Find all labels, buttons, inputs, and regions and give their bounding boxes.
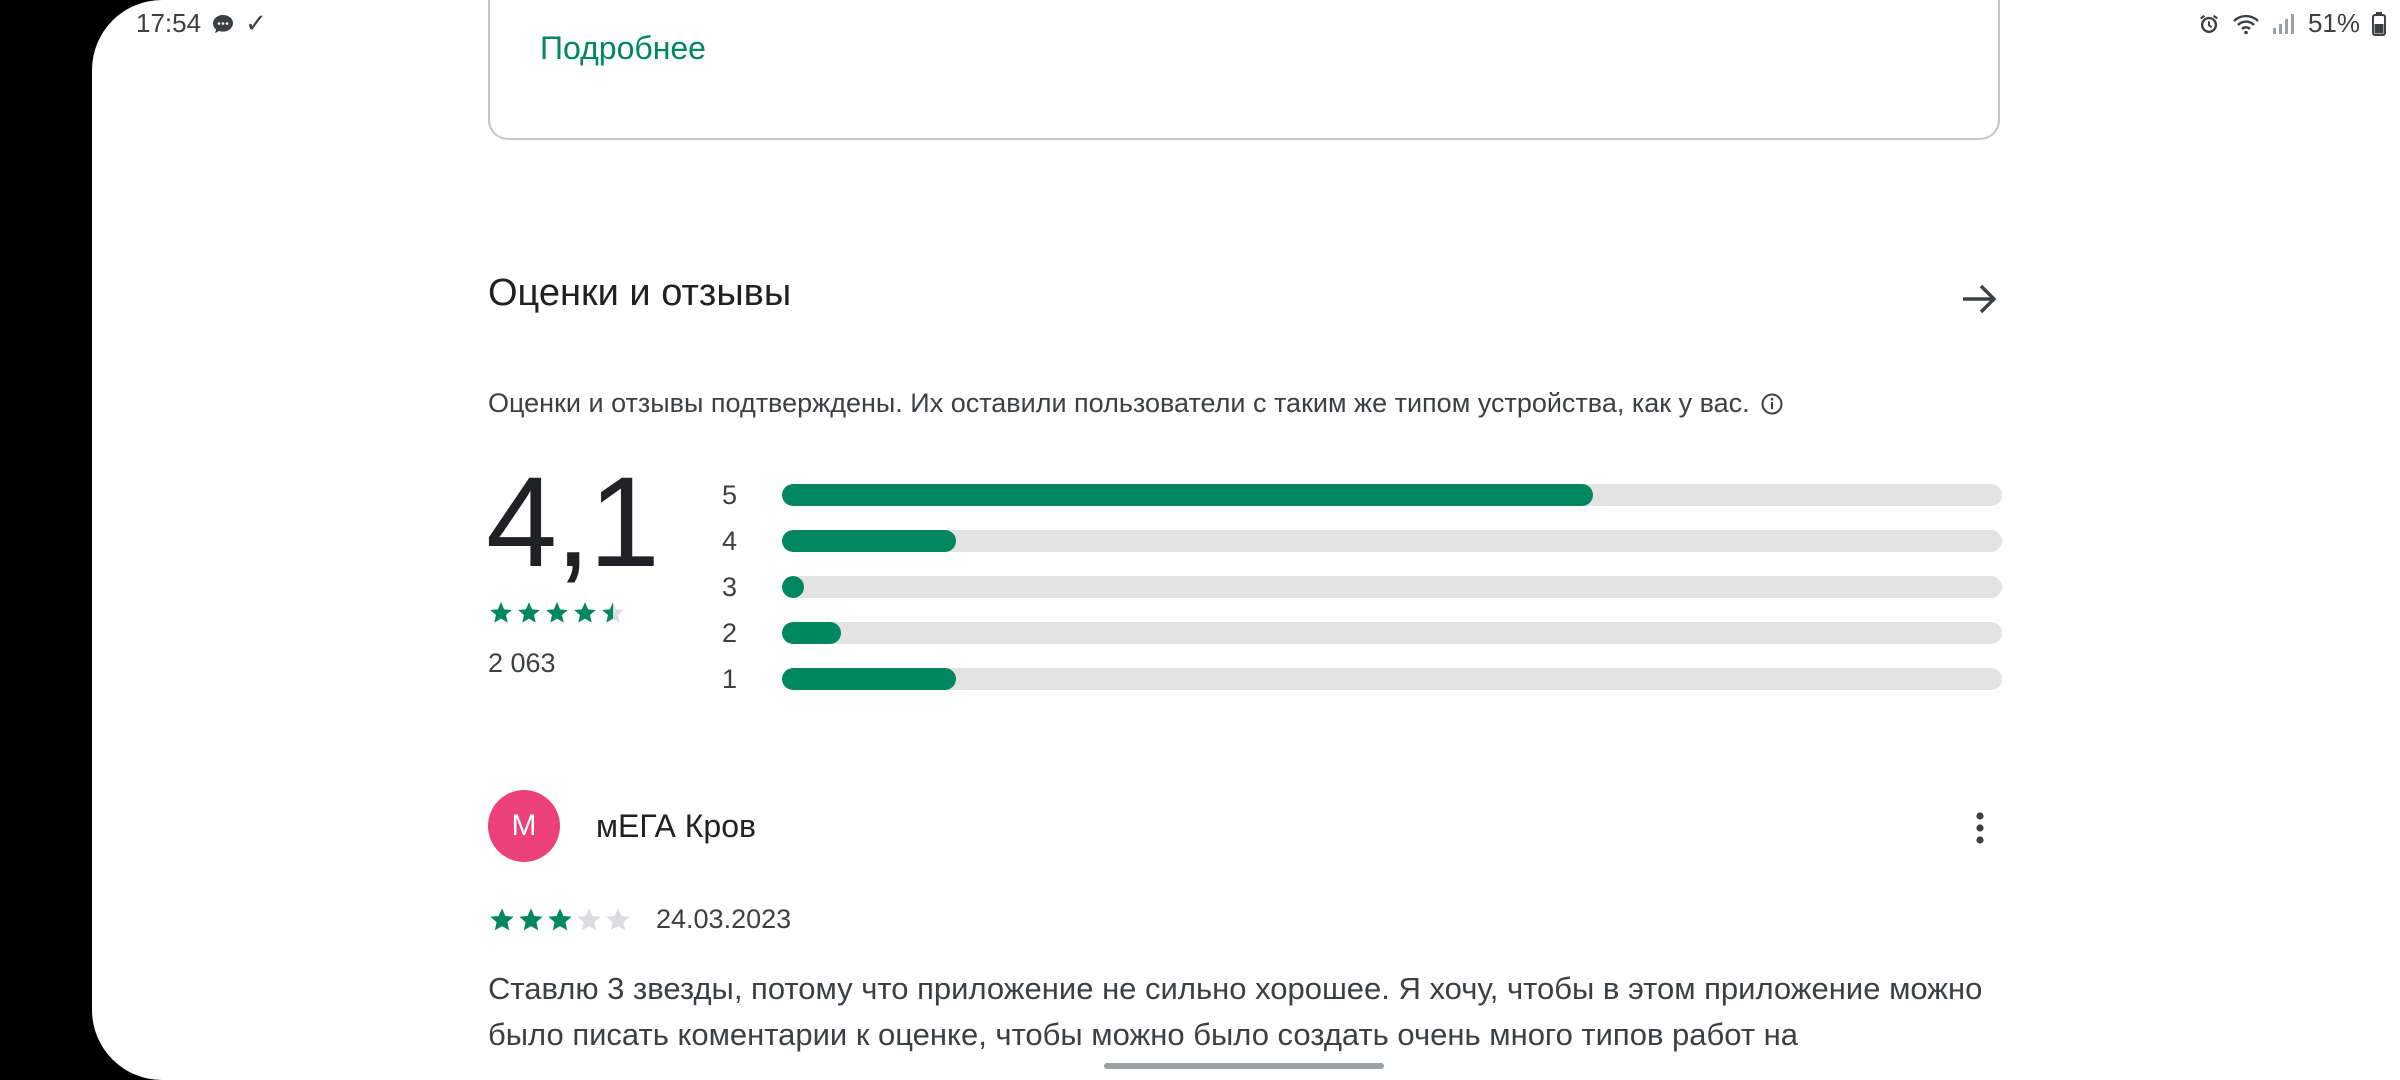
histogram-bar <box>782 530 957 552</box>
histogram-bar <box>782 668 957 690</box>
review-date: 24.03.2023 <box>656 904 792 934</box>
rating-histogram: 5 4 3 2 1 <box>722 472 2002 702</box>
star-icon <box>574 602 596 623</box>
ratings-verified-note: Оценки и отзывы подтверждены. Их оставил… <box>488 388 1784 419</box>
screen: 17:54 ✓ 51% Подробнее Оценки и отзывы Оц… <box>0 0 2400 1080</box>
status-time: 17:54 <box>136 8 202 38</box>
chat-bubble-icon <box>211 12 235 36</box>
status-bar-right: 51% <box>2198 8 2386 39</box>
star-icon <box>490 602 512 623</box>
ratings-arrow-button[interactable] <box>1954 276 2004 322</box>
histogram-row: 2 <box>722 610 2002 656</box>
histogram-row: 3 <box>722 564 2002 610</box>
histogram-label: 1 <box>722 663 738 694</box>
avatar: М <box>488 790 560 862</box>
review-stars <box>488 906 632 934</box>
histogram-bar <box>782 484 1594 506</box>
histogram-row: 4 <box>722 518 2002 564</box>
signal-icon <box>2272 13 2296 35</box>
histogram-label: 4 <box>722 525 738 556</box>
star-icon <box>602 602 624 623</box>
histogram-track <box>782 622 2002 644</box>
average-rating-stars <box>488 600 626 626</box>
verified-note-text: Оценки и отзывы подтверждены. Их оставил… <box>488 388 1750 418</box>
battery-percent: 51% <box>2307 8 2360 38</box>
star-icon <box>518 602 540 623</box>
histogram-track <box>782 576 2002 598</box>
reviewer-name: мЕГА Кров <box>596 808 756 844</box>
more-vert-icon <box>1976 812 1984 844</box>
status-bar-left: 17:54 ✓ <box>136 8 267 39</box>
histogram-track <box>782 530 2002 552</box>
star-icon <box>490 907 514 930</box>
details-card: Подробнее <box>488 0 2000 140</box>
histogram-track <box>782 484 2002 506</box>
more-details-link[interactable]: Подробнее <box>540 30 706 67</box>
average-rating: 4,1 <box>486 451 660 594</box>
histogram-label: 3 <box>722 571 738 602</box>
histogram-label: 5 <box>722 479 738 510</box>
review-text: Ставлю 3 звезды, потому что приложение н… <box>488 971 1983 1052</box>
histogram-bar <box>782 622 841 644</box>
star-icon <box>606 907 630 930</box>
wifi-icon <box>2232 13 2260 35</box>
star-icon <box>519 907 543 930</box>
arrow-right-icon <box>1963 284 1997 314</box>
histogram-track <box>782 668 2002 690</box>
review-meta: 24.03.2023 <box>488 904 791 935</box>
star-icon <box>548 907 572 930</box>
status-check: ✓ <box>245 8 267 38</box>
histogram-row: 1 <box>722 656 2002 702</box>
home-indicator[interactable] <box>1104 1063 1384 1069</box>
histogram-bar <box>782 576 804 598</box>
histogram-label: 2 <box>722 617 738 648</box>
star-icon <box>546 602 568 623</box>
info-icon[interactable] <box>1760 392 1784 416</box>
battery-icon <box>2372 11 2386 36</box>
histogram-row: 5 <box>722 472 2002 518</box>
ratings-section-title[interactable]: Оценки и отзывы <box>488 272 791 315</box>
star-icon <box>577 907 601 930</box>
alarm-icon <box>2198 13 2220 35</box>
review-more-options-button[interactable] <box>1960 806 2000 850</box>
ratings-count: 2 063 <box>488 648 556 678</box>
